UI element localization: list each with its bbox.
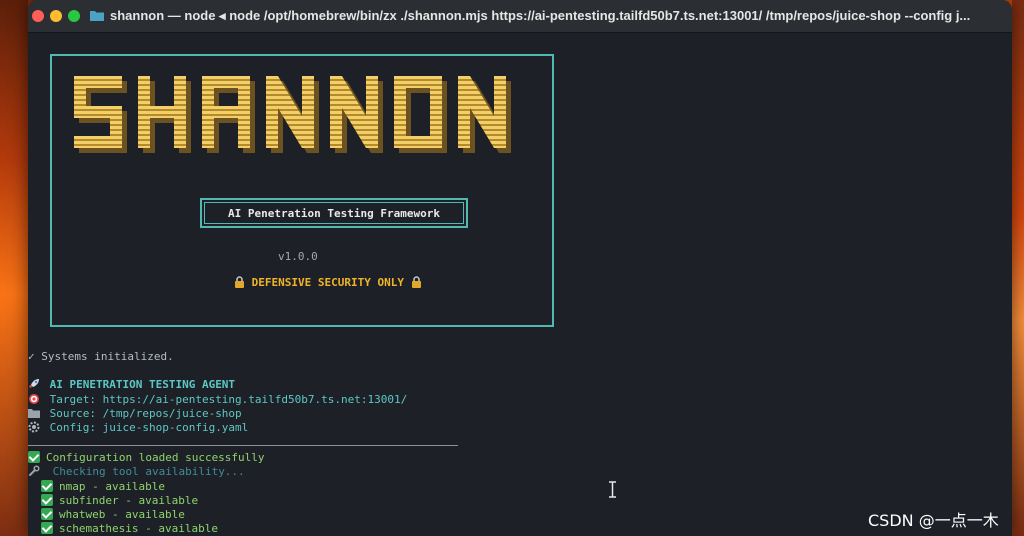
check-icon	[41, 508, 53, 520]
systems-initialized-line: ✓ Systems initialized.	[28, 350, 174, 363]
banner-subtitle: AI Penetration Testing Framework	[204, 202, 464, 224]
config-line: Config: juice-shop-config.yaml	[28, 421, 248, 434]
tool-line: schemathesis - available	[41, 522, 218, 535]
version-label: v1.0.0	[278, 250, 318, 263]
check-icon	[41, 494, 53, 506]
lock-icon	[411, 276, 421, 288]
terminal-window: shannon — node ◂ node /opt/homebrew/bin/…	[28, 0, 1012, 536]
gear-icon	[28, 421, 40, 433]
source-folder-icon	[28, 409, 40, 418]
close-window-button[interactable]	[32, 10, 44, 22]
target-line: Target: https://ai-pentesting.tailfd50b7…	[28, 393, 407, 406]
agent-title: AI PENETRATION TESTING AGENT	[49, 378, 236, 391]
desktop-wallpaper-right	[1012, 0, 1024, 536]
log-separator	[28, 445, 458, 446]
target-icon	[29, 394, 39, 404]
defensive-notice: DEFENSIVE SECURITY ONLY	[234, 276, 422, 289]
shannon-banner: AI Penetration Testing Framework v1.0.0 …	[50, 54, 554, 327]
window-title: shannon — node ◂ node /opt/homebrew/bin/…	[110, 8, 971, 23]
minimize-window-button[interactable]	[50, 10, 62, 22]
tool-line: whatweb - available	[41, 508, 185, 521]
checking-tools-line: Checking tool availability...	[28, 465, 245, 478]
source-text: Source: /tmp/repos/juice-shop	[49, 407, 242, 420]
check-icon	[41, 522, 53, 534]
defensive-text: DEFENSIVE SECURITY ONLY	[251, 276, 404, 289]
title-bar[interactable]: shannon — node ◂ node /opt/homebrew/bin/…	[28, 0, 1012, 33]
rocket-icon	[29, 379, 39, 388]
config-loaded-line: Configuration loaded successfully	[28, 451, 265, 464]
check-icon	[41, 480, 53, 492]
agent-title-line: AI PENETRATION TESTING AGENT	[28, 378, 235, 391]
check-icon	[28, 451, 40, 463]
terminal-content[interactable]: AI Penetration Testing Framework v1.0.0 …	[28, 32, 1012, 536]
tool-line: nmap - available	[41, 480, 165, 493]
source-line: Source: /tmp/repos/juice-shop	[28, 407, 242, 420]
desktop-wallpaper-left	[0, 0, 28, 536]
checking-tools-text: Checking tool availability...	[52, 465, 245, 478]
subtitle-frame: AI Penetration Testing Framework	[200, 198, 468, 228]
wrench-icon	[29, 465, 40, 476]
target-text: Target: https://ai-pentesting.tailfd50b7…	[49, 393, 408, 406]
watermark: CSDN @一点一木	[868, 511, 999, 530]
folder-icon	[90, 11, 104, 21]
shannon-logo	[74, 76, 511, 153]
tool-status: nmap - available	[59, 480, 165, 493]
tool-status: subfinder - available	[59, 494, 199, 507]
lock-icon	[235, 276, 244, 288]
tool-status: schemathesis - available	[59, 522, 218, 535]
config-text: Config: juice-shop-config.yaml	[49, 421, 249, 434]
config-loaded-text: Configuration loaded successfully	[46, 451, 265, 464]
zoom-window-button[interactable]	[68, 10, 80, 22]
tool-status: whatweb - available	[59, 508, 185, 521]
text-cursor-icon	[609, 481, 616, 498]
tool-line: subfinder - available	[41, 494, 198, 507]
